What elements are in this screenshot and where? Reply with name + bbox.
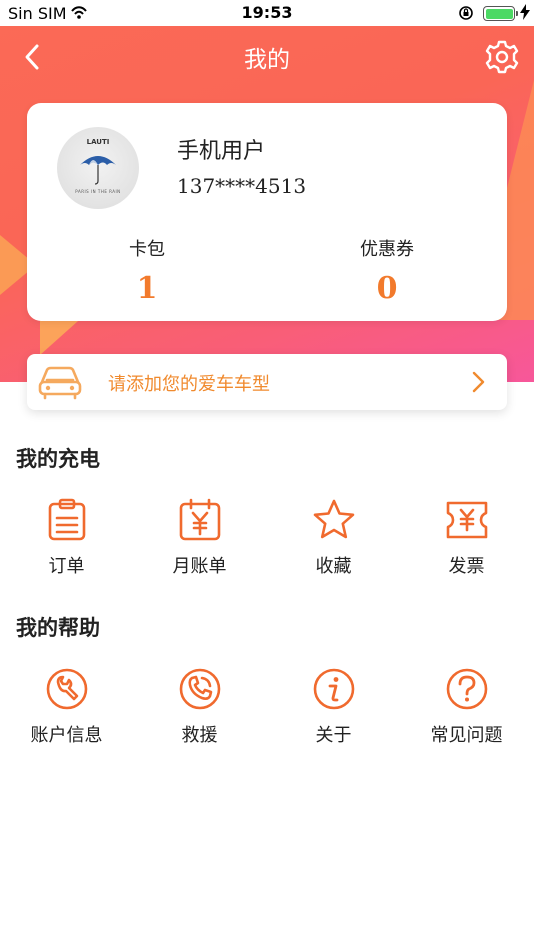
grid-item-favorites[interactable]: 收藏 — [267, 498, 400, 578]
status-time: 19:53 — [241, 3, 293, 22]
grid-item-label: 关于 — [315, 725, 352, 746]
user-phone: 137****4513 — [177, 174, 307, 198]
grid-item-label: 月账单 — [172, 556, 227, 577]
user-name: 手机用户 — [177, 139, 266, 164]
stat-label: 卡包 — [129, 239, 165, 260]
wrench-icon — [46, 668, 87, 710]
grid-item-rescue[interactable]: 救援 — [133, 667, 266, 747]
card-wallet-stat[interactable]: 卡包 1 — [27, 235, 267, 306]
help-grid: 账户信息 救援 关于 常见问题 — [0, 667, 534, 757]
coupon-stat[interactable]: 优惠券 0 — [267, 235, 507, 306]
grid-item-label: 常见问题 — [430, 725, 503, 746]
status-bar: Sin SIM 19:53 — [0, 0, 534, 26]
grid-item-label: 账户信息 — [30, 725, 103, 746]
question-icon — [446, 668, 487, 710]
charging-icon — [520, 4, 530, 24]
grid-item-label: 订单 — [48, 556, 85, 577]
nav-bar: 我的 — [0, 30, 534, 84]
add-car-text: 请添加您的爱车车型 — [108, 374, 270, 395]
battery-icon — [483, 6, 515, 21]
grid-item-invoice[interactable]: 发票 — [400, 498, 533, 578]
umbrella-icon — [80, 156, 116, 185]
clipboard-icon — [48, 498, 85, 541]
stat-value: 1 — [136, 271, 158, 306]
grid-item-about[interactable]: 关于 — [267, 667, 400, 747]
grid-item-monthly-bill[interactable]: 月账单 — [133, 498, 266, 578]
ticket-yen-icon — [446, 501, 487, 539]
grid-item-orders[interactable]: 订单 — [0, 498, 133, 578]
info-icon — [313, 668, 354, 710]
grid-item-label: 发票 — [448, 556, 485, 577]
avatar-footer: PARIS IN THE RAIN — [75, 189, 121, 194]
grid-item-account-info[interactable]: 账户信息 — [0, 667, 133, 747]
avatar[interactable]: LAUTI PARIS IN THE RAIN — [57, 127, 139, 209]
section-title-help: 我的帮助 — [16, 616, 100, 640]
stat-value: 0 — [376, 271, 398, 306]
page-title: 我的 — [244, 47, 290, 73]
calendar-yen-icon — [179, 498, 220, 541]
car-icon — [37, 364, 83, 406]
orientation-lock-icon — [458, 5, 474, 25]
profile-card: LAUTI PARIS IN THE RAIN 手机用户 137****4513… — [27, 103, 507, 321]
avatar-title: LAUTI — [86, 138, 110, 146]
grid-item-label: 收藏 — [315, 556, 352, 577]
phone-icon — [179, 668, 220, 710]
chevron-right-icon — [469, 370, 489, 398]
section-title-charging: 我的充电 — [16, 447, 100, 471]
grid-item-faq[interactable]: 常见问题 — [400, 667, 533, 747]
grid-item-label: 救援 — [181, 725, 218, 746]
charging-grid: 订单 月账单 收藏 发票 — [0, 498, 534, 588]
add-car-banner[interactable]: 请添加您的爱车车型 — [27, 354, 507, 410]
settings-button[interactable] — [484, 39, 520, 75]
stat-label: 优惠券 — [360, 239, 414, 260]
star-icon — [313, 499, 354, 539]
gear-icon — [485, 40, 519, 74]
